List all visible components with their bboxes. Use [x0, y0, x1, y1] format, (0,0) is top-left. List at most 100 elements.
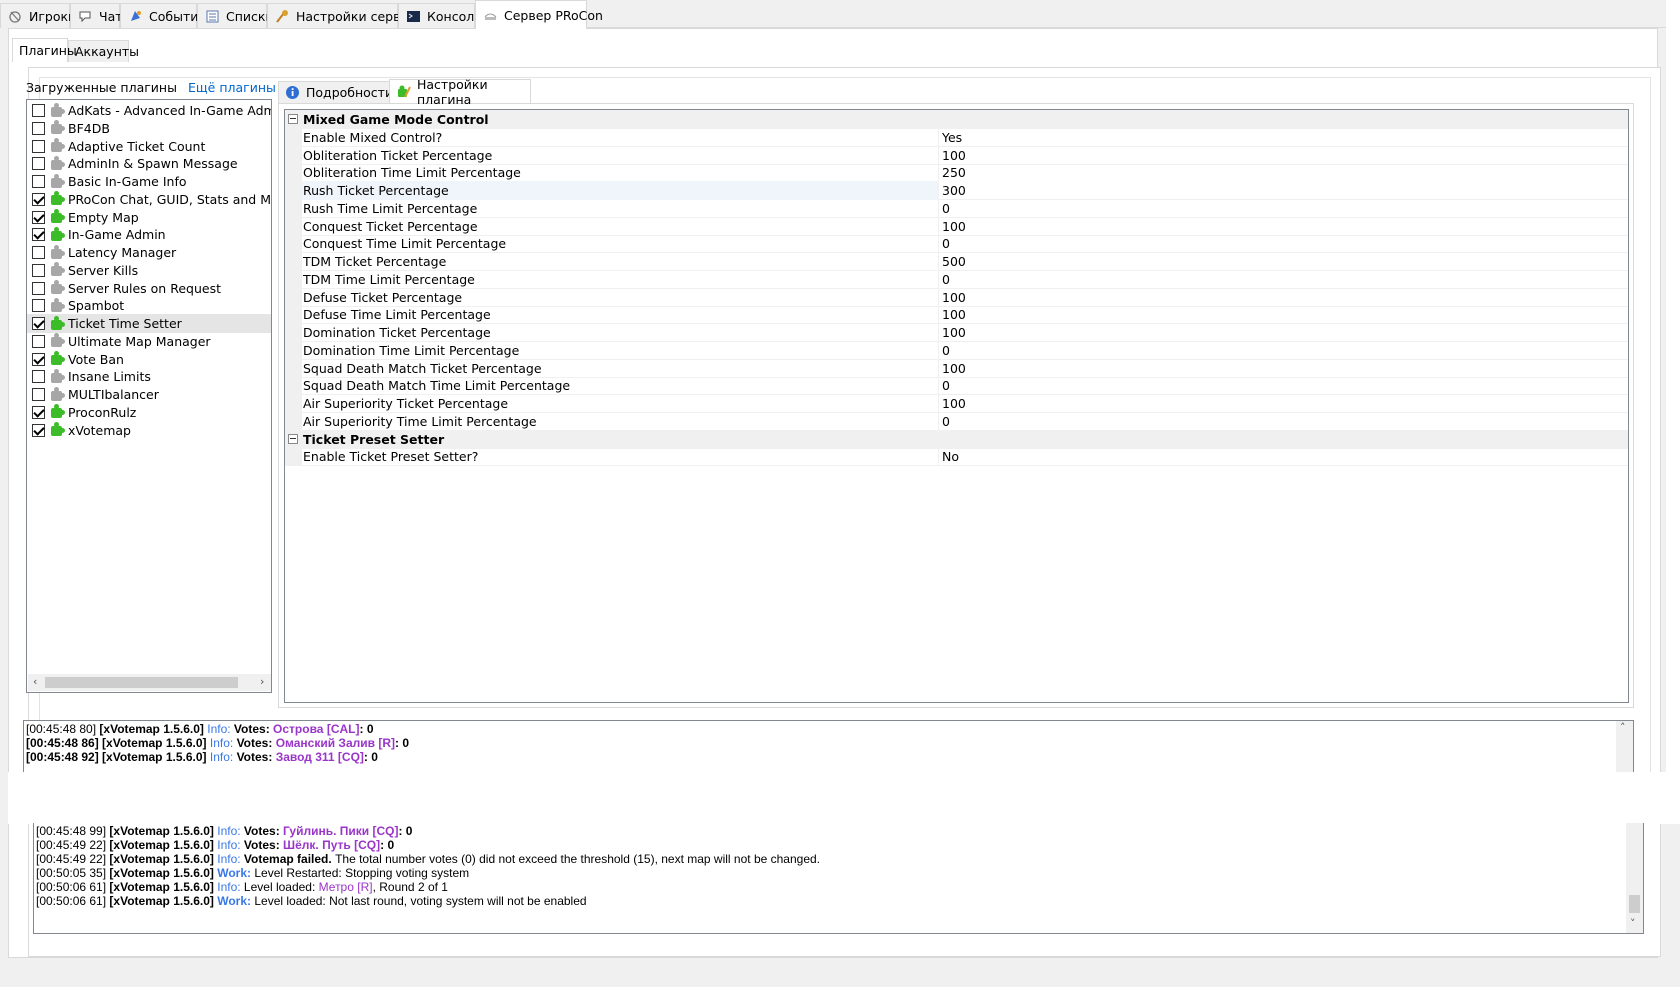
setting-value[interactable]: 0: [942, 272, 950, 287]
settings-category-row[interactable]: Ticket Preset Setter: [285, 429, 1628, 449]
settings-row[interactable]: Air Superiority Time Limit Percentage 0: [285, 411, 1628, 431]
plugin-enable-checkbox[interactable]: [32, 157, 45, 171]
settings-row[interactable]: Obliteration Ticket Percentage 100: [285, 145, 1628, 165]
setting-value[interactable]: 300: [942, 183, 966, 198]
tab-plugin-settings[interactable]: Настройки плагина: [389, 77, 531, 107]
plugin-enable-checkbox[interactable]: [32, 423, 45, 437]
collapse-icon[interactable]: [288, 114, 298, 124]
setting-value[interactable]: 0: [942, 414, 950, 429]
plugin-enable-checkbox[interactable]: [32, 192, 45, 206]
settings-row[interactable]: Domination Time Limit Percentage 0: [285, 340, 1628, 360]
console-vertical-scrollbar-lower[interactable]: ˅: [1626, 823, 1643, 933]
plugin-enable-checkbox[interactable]: [32, 352, 45, 366]
sub-tab-accounts[interactable]: Аккаунты: [68, 40, 139, 62]
plugin-enable-checkbox[interactable]: [32, 281, 45, 295]
setting-value[interactable]: 100: [942, 290, 966, 305]
plugin-list-item[interactable]: Vote Ban: [27, 350, 271, 369]
setting-value[interactable]: 100: [942, 307, 966, 322]
settings-row[interactable]: Air Superiority Ticket Percentage 100: [285, 394, 1628, 413]
plugin-enable-checkbox[interactable]: [32, 370, 45, 384]
plugin-enable-checkbox[interactable]: [32, 263, 45, 277]
plugin-list-item[interactable]: In-Game Admin: [27, 225, 271, 244]
plugin-list-item[interactable]: xVotemap: [27, 421, 271, 440]
plugin-enable-checkbox[interactable]: [32, 246, 45, 259]
settings-row[interactable]: TDM Time Limit Percentage 0: [285, 269, 1628, 289]
plugin-enable-checkbox[interactable]: [32, 388, 45, 401]
settings-row[interactable]: Conquest Ticket Percentage 100: [285, 216, 1628, 236]
more-plugins-link[interactable]: Ещё плагины: [188, 80, 276, 95]
plugin-list-item[interactable]: Insane Limits: [27, 367, 271, 386]
collapse-icon[interactable]: [288, 433, 298, 444]
tab-details[interactable]: Подробности: [278, 81, 393, 103]
console-log-top[interactable]: [00:45:48 80] [xVotemap 1.5.6.0] Info: V…: [23, 720, 1634, 772]
plugin-list[interactable]: AdKats - Advanced In-Game Admin BF4DB Adap…: [26, 99, 272, 693]
setting-value[interactable]: 0: [942, 378, 950, 393]
plugin-list-item[interactable]: Spambot: [27, 296, 271, 315]
setting-value[interactable]: 100: [942, 148, 966, 163]
main-tab-players[interactable]: Игроки: [0, 3, 76, 28]
main-tab-events[interactable]: События: [120, 3, 206, 28]
scroll-down-icon[interactable]: ˅: [1630, 917, 1636, 930]
settings-row[interactable]: Rush Ticket Percentage 300: [285, 181, 1628, 200]
plugin-list-item[interactable]: AdKats - Advanced In-Game Admin: [27, 101, 271, 120]
plugin-enable-checkbox[interactable]: [32, 139, 45, 153]
plugin-enable-checkbox[interactable]: [32, 175, 45, 188]
main-tab-lists[interactable]: Списки: [197, 3, 274, 28]
settings-row[interactable]: Conquest Time Limit Percentage 0: [285, 234, 1628, 254]
console-log-bottom[interactable]: [00:45:48 99] [xVotemap 1.5.6.0] Info: V…: [33, 823, 1644, 934]
plugin-list-item[interactable]: Server Rules on Request: [27, 279, 271, 298]
setting-value[interactable]: 0: [942, 236, 950, 251]
plugin-list-item[interactable]: MULTIbalancer: [27, 385, 271, 404]
plugin-enable-checkbox[interactable]: [32, 210, 45, 224]
plugin-list-item[interactable]: PRoCon Chat, GUID, Stats and Map Logger: [27, 190, 271, 209]
plugin-enable-checkbox[interactable]: [32, 121, 45, 135]
main-tab-server-settings[interactable]: Настройки сервера: [267, 3, 424, 28]
settings-row[interactable]: Domination Ticket Percentage 100: [285, 323, 1628, 342]
plugin-enable-checkbox[interactable]: [32, 334, 45, 348]
settings-row[interactable]: TDM Ticket Percentage 500: [285, 252, 1628, 271]
plugin-list-horizontal-scrollbar[interactable]: ‹ ›: [28, 674, 271, 691]
plugin-list-item[interactable]: Latency Manager: [27, 243, 271, 262]
scrollbar-thumb[interactable]: [45, 677, 238, 688]
settings-row[interactable]: Enable Mixed Control? Yes: [285, 127, 1628, 147]
plugin-enable-checkbox[interactable]: [32, 405, 45, 419]
setting-value[interactable]: 500: [942, 254, 966, 269]
plugin-enable-checkbox[interactable]: [32, 228, 45, 242]
setting-value[interactable]: 100: [942, 396, 966, 411]
plugin-list-item[interactable]: Empty Map: [27, 208, 271, 227]
console-scrollbar-thumb[interactable]: [1629, 895, 1640, 913]
plugin-enable-checkbox[interactable]: [32, 104, 45, 117]
scroll-left-icon[interactable]: ‹: [33, 675, 37, 688]
setting-value[interactable]: 0: [942, 343, 950, 358]
settings-row[interactable]: Obliteration Time Limit Percentage 250: [285, 163, 1628, 183]
plugin-list-item[interactable]: Ticket Time Setter: [27, 314, 271, 333]
plugin-list-item[interactable]: AdminIn & Spawn Message: [27, 154, 271, 173]
plugin-list-item[interactable]: ProconRulz: [27, 403, 271, 422]
plugin-list-item[interactable]: Server Kills: [27, 261, 271, 280]
main-tab-console[interactable]: Консоль: [398, 3, 482, 28]
plugin-settings-grid[interactable]: Mixed Game Mode Control Enable Mixed Cont…: [284, 109, 1629, 703]
settings-row[interactable]: Squad Death Match Ticket Percentage 100: [285, 358, 1628, 378]
settings-category-row[interactable]: Mixed Game Mode Control: [285, 110, 1628, 129]
console-vertical-scrollbar[interactable]: ˄: [1616, 721, 1633, 772]
settings-row[interactable]: Rush Time Limit Percentage 0: [285, 198, 1628, 218]
sub-tab-plugins[interactable]: Плагины: [12, 38, 77, 62]
scroll-up-icon[interactable]: ˄: [1620, 721, 1626, 734]
plugin-list-item[interactable]: Basic In-Game Info: [27, 172, 271, 191]
plugin-enable-checkbox[interactable]: [32, 317, 45, 330]
plugin-list-item[interactable]: BF4DB: [27, 119, 271, 138]
setting-value[interactable]: 100: [942, 219, 966, 234]
settings-row[interactable]: Enable Ticket Preset Setter? No: [285, 447, 1628, 467]
main-tab-chat[interactable]: Чат: [70, 3, 123, 28]
settings-row[interactable]: Defuse Ticket Percentage 100: [285, 287, 1628, 307]
setting-value[interactable]: 0: [942, 201, 950, 216]
main-tab-procon-server[interactable]: Сервер PRoCon: [475, 0, 603, 29]
setting-value[interactable]: 100: [942, 325, 966, 340]
scroll-right-icon[interactable]: ›: [260, 675, 264, 688]
plugin-list-item[interactable]: Ultimate Map Manager: [27, 332, 271, 351]
setting-value[interactable]: No: [942, 449, 959, 464]
setting-value[interactable]: 250: [942, 165, 966, 180]
settings-row[interactable]: Squad Death Match Time Limit Percentage 0: [285, 376, 1628, 396]
setting-value[interactable]: 100: [942, 361, 966, 376]
settings-row[interactable]: Defuse Time Limit Percentage 100: [285, 305, 1628, 325]
